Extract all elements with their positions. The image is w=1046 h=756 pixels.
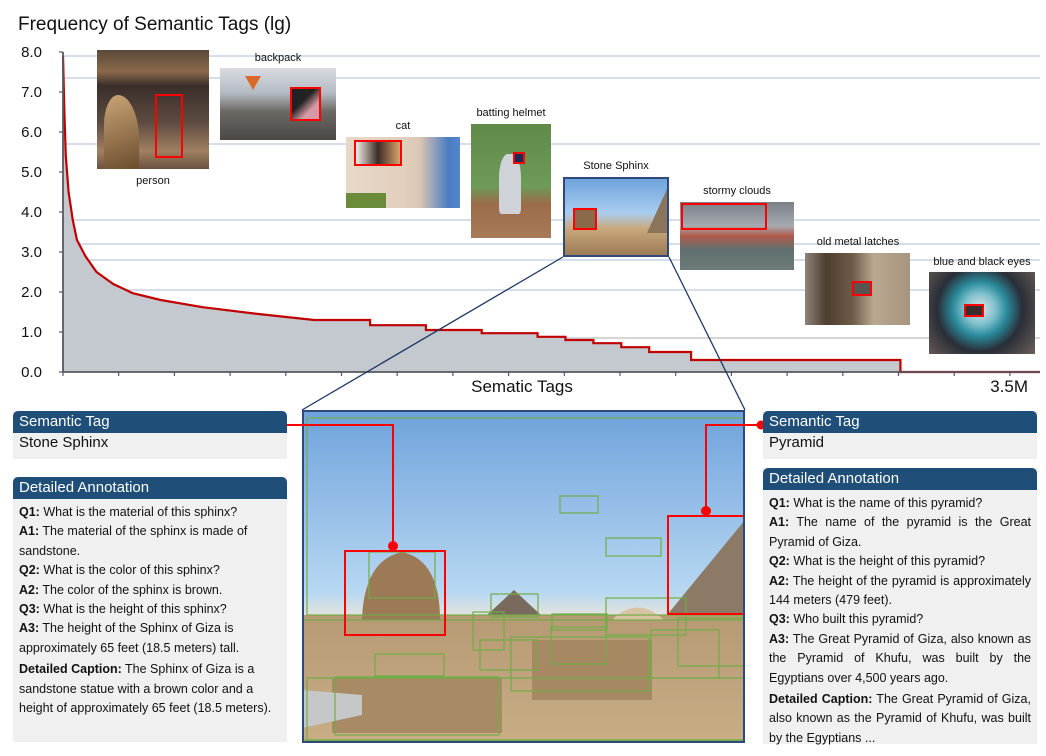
thumb-old-metal-latches <box>805 253 910 325</box>
qa-line: Q3: What is the height of this sphinx? <box>19 600 281 619</box>
qa-key: Q3: <box>19 602 40 617</box>
highlight-box <box>681 203 767 230</box>
qa-line: A2: The color of the sphinx is brown. <box>19 581 281 600</box>
left-tag-value: Stone Sphinx <box>19 434 109 451</box>
right-semantic-tag-panel: Semantic Tag Pyramid <box>763 411 1037 459</box>
qa-key: Q1: <box>19 505 40 519</box>
thumb-batting-helmet <box>471 124 551 238</box>
qa-text: Who built this pyramid? <box>789 612 924 627</box>
qa-text: The material of the sphinx is made of sa… <box>19 524 248 558</box>
right-tag-value: Pyramid <box>769 434 825 451</box>
highlight-box <box>513 152 525 164</box>
thumb-cat <box>346 137 460 208</box>
qa-text: The Great Pyramid of Giza, also known as… <box>769 631 1031 685</box>
qa-line: A1: The name of the pyramid is the Great… <box>769 513 1031 552</box>
qa-line: Q3: Who built this pyramid? <box>769 610 1031 629</box>
thumb-label-blue-black-eyes: blue and black eyes <box>933 256 1031 268</box>
qa-text: What is the height of this sphinx? <box>39 602 227 617</box>
annotated-scene <box>304 412 743 741</box>
thumb-label-stormy-clouds: stormy clouds <box>703 185 771 197</box>
highlight-box <box>290 87 321 121</box>
qa-line: A1: The material of the sphinx is made o… <box>19 522 281 561</box>
thumb-label-old-metal-latches: old metal latches <box>816 236 900 248</box>
qa-key: A1: <box>769 515 790 530</box>
x-axis-end-label: 3.5M <box>990 377 1028 396</box>
thumb-backpack <box>220 68 336 140</box>
right-qa-list: Q1: What is the name of this pyramid? A1:… <box>763 490 1037 756</box>
thumb-label-batting-helmet: batting helmet <box>476 107 546 119</box>
qa-key: A3: <box>19 621 40 636</box>
qa-line: Q2: What is the height of this pyramid? <box>769 552 1031 571</box>
y-tick-label: 6.0 <box>21 124 42 141</box>
main-annotated-image <box>302 410 745 743</box>
thumb-blue-black-eyes <box>929 272 1035 354</box>
qa-line: A2: The height of the pyramid is approxi… <box>769 572 1031 611</box>
qa-key: Q3: <box>769 612 790 627</box>
caption-key: Detailed Caption: <box>19 662 122 677</box>
left-annotation-header: Detailed Annotation <box>13 477 287 499</box>
y-tick-label: 0.0 <box>21 364 42 381</box>
detailed-caption: Detailed Caption: The Sphinx of Giza is … <box>19 660 281 718</box>
y-tick-label: 2.0 <box>21 284 42 301</box>
caption-key: Detailed Caption: <box>769 692 873 707</box>
qa-line: A3: The Great Pyramid of Giza, also know… <box>769 630 1031 688</box>
qa-key: Q2: <box>769 554 790 569</box>
thumb-stormy-clouds <box>680 202 794 270</box>
y-tick-label: 5.0 <box>21 164 42 181</box>
qa-key: A1: <box>19 524 40 539</box>
y-tick-label: 3.0 <box>21 244 42 261</box>
y-tick-label: 7.0 <box>21 84 42 101</box>
thumb-label-person: person <box>136 175 170 187</box>
x-axis-label: Sematic Tags <box>471 377 573 396</box>
qa-key: A3: <box>769 631 790 646</box>
highlight-box <box>573 208 597 230</box>
qa-text: What is the color of this sphinx? <box>39 563 220 578</box>
left-annotation-panel: Detailed Annotation Q1: What is the mate… <box>13 477 287 742</box>
right-annotation-header: Detailed Annotation <box>763 468 1037 490</box>
qa-text: What is the height of this pyramid? <box>789 554 986 569</box>
right-tag-header: Semantic Tag <box>763 411 1037 433</box>
qa-line: Q1: What is the name of this pyramid? <box>769 494 1031 513</box>
detailed-caption: Detailed Caption: The Great Pyramid of G… <box>769 690 1031 748</box>
qa-key: A2: <box>769 573 790 588</box>
right-annotation-panel: Detailed Annotation Q1: What is the name… <box>763 468 1037 745</box>
highlight-box <box>354 140 402 166</box>
thumb-label-stone-sphinx: Stone Sphinx <box>583 160 649 172</box>
qa-text: The height of the pyramid is approximate… <box>769 573 1031 608</box>
thumb-person <box>97 50 209 169</box>
thumb-label-cat: cat <box>395 120 411 132</box>
chart-title: Frequency of Semantic Tags (lg) <box>18 14 291 35</box>
left-qa-list: Q1: What is the material of this sphinx?… <box>13 499 287 726</box>
y-tick-labels: 0.0 1.0 2.0 3.0 4.0 5.0 6.0 7.0 8.0 <box>21 44 42 381</box>
thumb-label-backpack: backpack <box>254 52 302 64</box>
thumb-stone-sphinx <box>563 177 669 257</box>
highlight-box <box>964 304 984 317</box>
qa-key: Q2: <box>19 563 40 578</box>
qa-key: Q1: <box>769 496 790 510</box>
qa-key: A2: <box>19 582 40 597</box>
qa-text: What is the material of this sphinx? <box>39 505 238 519</box>
qa-line: Q1: What is the material of this sphinx? <box>19 503 281 522</box>
qa-text: The name of the pyramid is the Great Pyr… <box>769 515 1031 549</box>
highlight-box <box>155 94 183 158</box>
qa-text: What is the name of this pyramid? <box>789 496 983 510</box>
qa-text: The height of the Sphinx of Giza is appr… <box>19 621 240 655</box>
left-tag-header: Semantic Tag <box>13 411 287 433</box>
qa-line: A3: The height of the Sphinx of Giza is … <box>19 619 281 658</box>
highlight-box <box>852 281 872 296</box>
y-tick-label: 4.0 <box>21 204 42 221</box>
y-tick-label: 1.0 <box>21 324 42 341</box>
qa-text: The color of the sphinx is brown. <box>39 582 223 597</box>
qa-line: Q2: What is the color of this sphinx? <box>19 561 281 580</box>
left-semantic-tag-panel: Semantic Tag Stone Sphinx <box>13 411 287 459</box>
y-tick-label: 8.0 <box>21 44 42 61</box>
